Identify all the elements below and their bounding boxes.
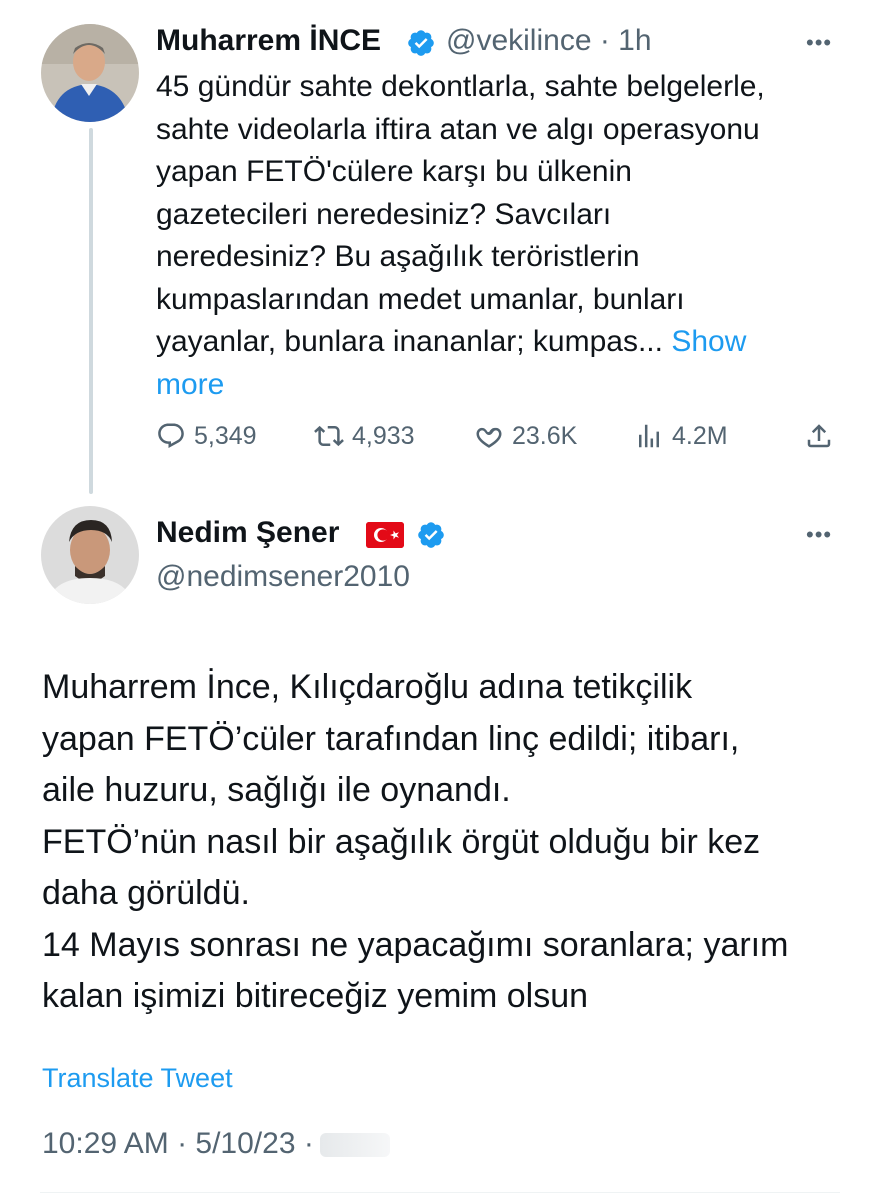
show-more-link[interactable]: Show: [671, 325, 746, 358]
verified-badge-icon: [408, 30, 434, 56]
like-count: 23.6K: [512, 421, 578, 450]
views-icon: [639, 424, 659, 448]
tweet-text-line: FETÖ’nün nasıl bir aşağılık örgüt olduğu…: [42, 822, 761, 861]
reply-icon: [158, 423, 184, 449]
tweet-text-line: yapan FETÖ’cüler tarafından linç edildi;…: [42, 719, 740, 758]
author-handle[interactable]: @nedimsener2010: [156, 560, 410, 594]
tweet-text-line: kumpaslarından medet umanlar, bunları: [156, 282, 685, 316]
tweet-text-line: neredesiniz? Bu aşağılık teröristlerin: [156, 240, 640, 273]
like-icon: [476, 427, 502, 448]
share-button[interactable]: [804, 416, 834, 456]
more-icon[interactable]: •••: [806, 522, 832, 548]
tweet-text-line: Muharrem İnce, Kılıçdaroğlu adına tetikç…: [42, 668, 693, 706]
tweet-timestamp[interactable]: 10:29 AM · 5/10/23 ·: [42, 1127, 314, 1160]
tweet-text-line: yayanlar, bunlara inananlar; kumpas... S…: [156, 321, 846, 364]
show-more-link-continued[interactable]: more: [156, 364, 846, 407]
author-name[interactable]: Nedim Şener: [156, 516, 339, 550]
tweet-text: 45 gündür sahte dekontlarla, sahte belge…: [156, 66, 846, 406]
share-icon: [807, 424, 831, 448]
tweet-text-line: gazetecileri neredesiniz? Savcıları: [156, 197, 612, 231]
avatar-nedim-sener[interactable]: [41, 506, 139, 604]
blurred-view-count: [319, 1133, 390, 1158]
retweet-button[interactable]: 4,933: [314, 416, 415, 456]
tweet-text-line: yapan FETÖ'cülere karşı bu ülkenin: [156, 155, 632, 188]
reply-count: 5,349: [194, 421, 257, 450]
tweet-text-line: 14 Mayıs sonrası ne yapacağımı soranlara…: [42, 925, 789, 964]
tweet-text-line: 45 gündür sahte dekontlarla, sahte belge…: [156, 70, 765, 103]
tweet-actions: 5,349 4,933 23.6K 4.2M: [156, 416, 846, 456]
author-name[interactable]: Muharrem İNCE: [156, 24, 381, 58]
reply-button[interactable]: 5,349: [156, 416, 257, 456]
tweet-text-line: sahte videolarla iftira atan ve algı ope…: [156, 112, 760, 146]
author-handle-time[interactable]: @vekilince · 1h: [446, 24, 652, 58]
tweet-text-line: aile huzuru, sağlığı ile oynandı.: [42, 771, 511, 809]
tweet-text-fragment: yayanlar, bunlara inananlar; kumpas...: [156, 325, 663, 358]
retweet-icon: [314, 425, 344, 447]
turkey-flag-icon: [366, 522, 404, 548]
tweet-text-line: daha görüldü.: [42, 874, 250, 912]
views-button[interactable]: 4.2M: [634, 416, 728, 456]
translate-tweet-link[interactable]: Translate Tweet: [42, 1063, 233, 1094]
more-icon[interactable]: •••: [806, 30, 832, 56]
like-button[interactable]: 23.6K: [474, 416, 577, 456]
views-count: 4.2M: [672, 421, 728, 450]
thread-connector-line: [89, 128, 93, 494]
tweet-text-line: kalan işimizi bitireceğiz yemim olsun: [42, 977, 589, 1015]
tweet-timestamp-row: 10:29 AM · 5/10/23 ·: [42, 1127, 390, 1161]
avatar-muharrem-ince[interactable]: [41, 24, 139, 122]
retweet-count: 4,933: [352, 421, 415, 450]
divider: [40, 1192, 840, 1193]
tweet-text: Muharrem İnce, Kılıçdaroğlu adına tetikç…: [42, 662, 842, 1023]
verified-badge-icon: [418, 522, 444, 548]
